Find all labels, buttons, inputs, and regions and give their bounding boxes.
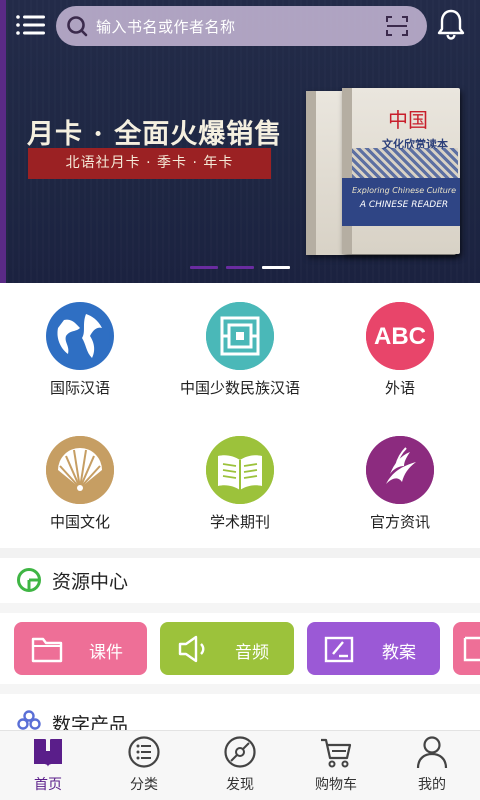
category-label: 学术期刊 (209, 513, 270, 531)
carousel-dot-active[interactable] (262, 266, 290, 269)
partial-resource-icon (463, 636, 480, 662)
promo-title: 月卡 · 全面火爆销售 (27, 119, 283, 150)
menu-button[interactable] (14, 10, 50, 40)
phoenix-icon (366, 436, 434, 504)
list-icon (128, 736, 160, 768)
category-label: 外语 (384, 379, 415, 397)
resource-center-title: 资源中心 (52, 571, 129, 593)
tab-label: 我的 (418, 777, 446, 793)
lesson-plan-button[interactable]: 教案 (307, 622, 440, 675)
book-icon (206, 436, 274, 504)
folder-icon (31, 637, 63, 663)
category-foreign-language[interactable]: ABC 外语 (320, 300, 480, 410)
tab-categories[interactable]: 分类 (96, 731, 192, 800)
globe-icon (46, 302, 114, 370)
notification-bell-icon[interactable] (436, 8, 466, 40)
category-chinese-culture[interactable]: 中国文化 (0, 434, 160, 544)
tab-profile[interactable]: 我的 (384, 731, 480, 800)
category-minority-chinese[interactable]: 中国少数民族汉语 (160, 300, 320, 410)
category-label: 中国少数民族汉语 (179, 379, 300, 397)
section-divider (0, 603, 480, 613)
speaker-icon (178, 635, 205, 663)
top-bar: 输入书名或作者名称 (0, 0, 480, 52)
pattern-icon (206, 302, 274, 370)
tab-home[interactable]: 首页 (0, 731, 96, 800)
audio-label: 音频 (235, 643, 269, 663)
carousel-dot[interactable] (190, 266, 218, 269)
category-international-chinese[interactable]: 国际汉语 (0, 300, 160, 410)
section-divider (0, 684, 480, 694)
bottom-tab-bar: 首页 分类 发现 购物车 我的 (0, 730, 480, 800)
menu-icon (16, 15, 45, 35)
resource-center-header: 资源中心 (0, 555, 480, 603)
svg-text:ABC: ABC (374, 323, 426, 350)
search-icon (67, 16, 88, 37)
carousel-dot[interactable] (226, 266, 254, 269)
fan-icon (46, 436, 114, 504)
resource-center-icon (17, 568, 41, 592)
book-title-en-1: Exploring Chinese Culture (352, 186, 456, 195)
category-official-news[interactable]: 官方资讯 (320, 434, 480, 544)
compass-icon (224, 736, 256, 768)
courseware-label: 课件 (89, 643, 123, 663)
tab-label: 购物车 (315, 777, 357, 793)
book-title-cn: 中国 (388, 108, 428, 132)
tab-label: 分类 (130, 777, 158, 793)
tab-label: 发现 (226, 777, 254, 793)
edit-icon (324, 636, 354, 663)
category-academic-journals[interactable]: 学术期刊 (160, 434, 320, 544)
search-input[interactable]: 输入书名或作者名称 (96, 16, 236, 37)
home-book-icon (34, 739, 62, 767)
category-label: 官方资讯 (369, 513, 430, 531)
book-cover-front: 中国 文化欣赏读本 Exploring Chinese Culture A CH… (342, 88, 460, 254)
category-label: 中国文化 (49, 513, 110, 531)
promo-subtitle: 北语社月卡 · 季卡 · 年卡 (28, 148, 271, 179)
tab-cart[interactable]: 购物车 (288, 731, 384, 800)
cart-icon (321, 738, 352, 768)
more-resource-button[interactable] (453, 622, 480, 675)
abc-icon: ABC (366, 302, 434, 370)
lesson-plan-label: 教案 (382, 643, 416, 663)
courseware-button[interactable]: 课件 (14, 622, 147, 675)
scan-icon[interactable] (385, 14, 409, 38)
user-icon (416, 736, 448, 769)
category-label: 国际汉语 (49, 379, 110, 397)
tab-discover[interactable]: 发现 (192, 731, 288, 800)
search-bar[interactable]: 输入书名或作者名称 (56, 6, 427, 46)
tab-label: 首页 (34, 777, 62, 793)
audio-button[interactable]: 音频 (160, 622, 294, 675)
book-title-en-2: A CHINESE READER (359, 200, 449, 210)
carousel-indicator (190, 266, 290, 270)
book-artwork (352, 148, 458, 178)
